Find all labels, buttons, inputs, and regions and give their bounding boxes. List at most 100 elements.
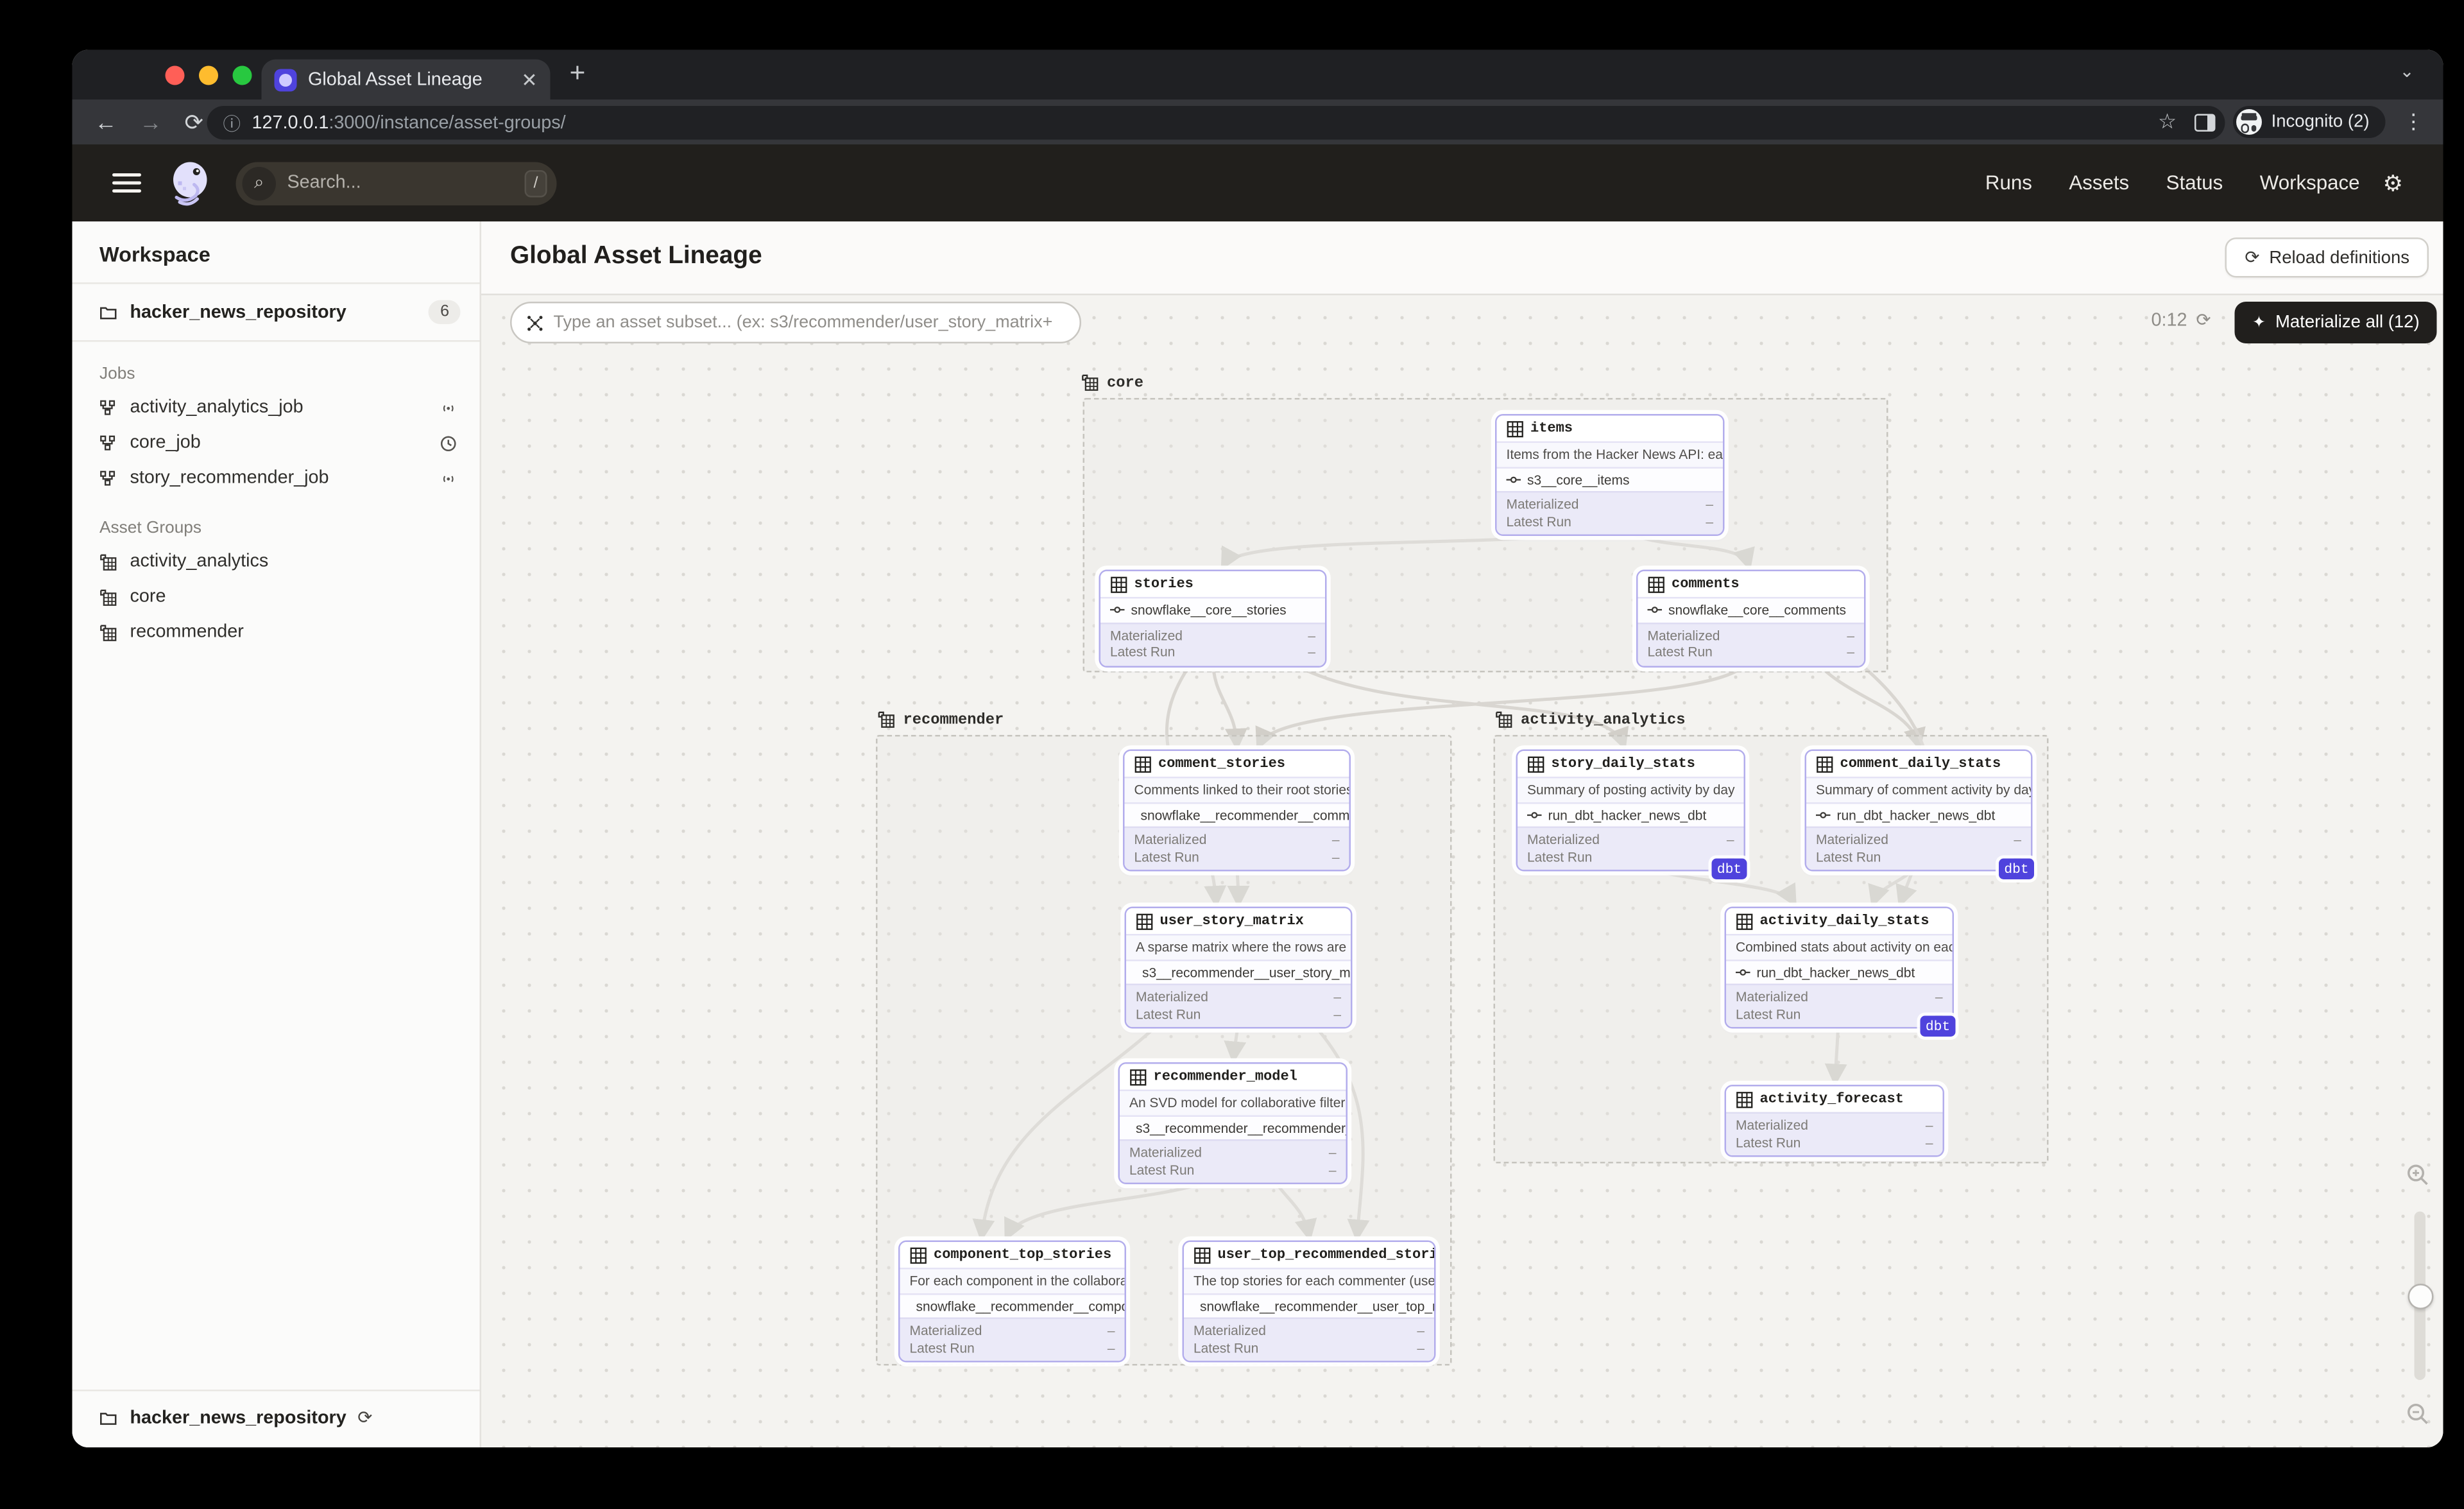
- jobs-section-label: Jobs: [99, 364, 135, 384]
- side-panel-icon[interactable]: [2194, 113, 2216, 131]
- table-icon: [1528, 755, 1544, 772]
- dbt-badge: dbt: [1920, 1015, 1956, 1037]
- asset-node-component-top-stories[interactable]: component_top_stories For each component…: [898, 1240, 1126, 1363]
- dbt-badge: dbt: [1711, 858, 1747, 879]
- asset-node-items[interactable]: items Items from the Hacker News API: ea…: [1495, 414, 1725, 536]
- zoom-out-icon[interactable]: [2406, 1402, 2431, 1427]
- asset-node-stories[interactable]: stories snowflake__core__stories Materia…: [1099, 569, 1327, 667]
- close-window-button[interactable]: [165, 65, 185, 85]
- page-title: Global Asset Lineage: [510, 242, 762, 270]
- nav-status[interactable]: Status: [2166, 172, 2223, 194]
- table-icon: [1736, 1091, 1753, 1108]
- sidebar-item-group-core[interactable]: core: [73, 580, 480, 615]
- tab-close-icon[interactable]: ✕: [521, 70, 537, 89]
- refresh-icon: ⟳: [2245, 248, 2260, 268]
- nav-workspace[interactable]: Workspace: [2260, 172, 2360, 194]
- forward-button[interactable]: →: [140, 111, 162, 134]
- asset-node-user-top-recommended-stories[interactable]: user_top_recommended_stories The top sto…: [1182, 1240, 1436, 1363]
- table-icon: [1817, 755, 1833, 772]
- repo-refresh-icon[interactable]: ⟳: [357, 1408, 372, 1428]
- table-icon: [1507, 420, 1523, 437]
- search-icon: ⌕: [242, 166, 276, 200]
- dagster-favicon-icon: [274, 68, 297, 91]
- nav-runs[interactable]: Runs: [1985, 172, 2032, 194]
- repo-count-badge: 6: [429, 300, 461, 324]
- tab-search-chevron-icon[interactable]: ⌄: [2399, 61, 2414, 82]
- settings-gear-icon[interactable]: ⚙: [2383, 144, 2403, 221]
- sidebar-repository[interactable]: hacker_news_repository 6: [72, 284, 480, 342]
- zoom-window-button[interactable]: [232, 65, 252, 85]
- asset-group-icon: [100, 553, 117, 570]
- storage-key-icon: [1506, 476, 1521, 483]
- browser-tab[interactable]: Global Asset Lineage ✕: [261, 59, 551, 99]
- timer-refresh-icon[interactable]: ⟳: [2196, 310, 2211, 331]
- lineage-canvas[interactable]: core items Items from the Hacker News AP…: [481, 295, 2443, 1447]
- bookmark-star-icon[interactable]: ☆: [2158, 109, 2177, 135]
- incognito-icon: [2236, 109, 2262, 135]
- zoom-slider-handle[interactable]: [2407, 1284, 2433, 1309]
- job-icon: [100, 435, 116, 450]
- table-icon: [1134, 755, 1151, 772]
- asset-node-comment-stories[interactable]: comment_stories Comments linked to their…: [1123, 749, 1351, 872]
- asset-group-icon: [100, 624, 117, 641]
- dbt-badge: dbt: [1999, 858, 2034, 879]
- workspace-sidebar: Workspace hacker_news_repository 6 Jobs …: [72, 221, 481, 1447]
- table-icon: [1736, 913, 1753, 929]
- group-label-recommender[interactable]: recommender: [878, 711, 1004, 729]
- reload-definitions-button[interactable]: ⟳ Reload definitions: [2225, 237, 2429, 278]
- reload-page-button[interactable]: ⟳: [185, 111, 203, 134]
- refresh-timer: 0:12: [2151, 311, 2187, 331]
- sidebar-item-group-activity-analytics[interactable]: activity_analytics: [73, 544, 480, 580]
- job-icon: [100, 399, 116, 415]
- new-tab-button[interactable]: +: [570, 58, 586, 90]
- asset-node-recommender-model[interactable]: recommender_model An SVD model for colla…: [1118, 1062, 1348, 1184]
- asset-node-activity-forecast[interactable]: activity_forecast Materialized – Latest R…: [1724, 1085, 1944, 1157]
- storage-key-icon: [1647, 607, 1662, 613]
- asset-group-icon: [1082, 374, 1099, 391]
- asset-node-user-story-matrix[interactable]: user_story_matrix A sparse matrix where …: [1124, 906, 1353, 1029]
- tab-strip: Global Asset Lineage ✕ + ⌄: [72, 49, 2443, 99]
- asset-node-activity-daily-stats[interactable]: activity_daily_stats Combined stats abou…: [1724, 906, 1954, 1029]
- group-label-core[interactable]: core: [1081, 374, 1143, 392]
- asset-node-comment-daily-stats[interactable]: comment_daily_stats Summary of comment a…: [1804, 749, 2033, 872]
- site-info-icon[interactable]: ⓘ: [223, 110, 241, 135]
- sidebar-item-core-job[interactable]: core_job: [73, 426, 480, 461]
- table-icon: [1194, 1246, 1211, 1263]
- schedule-clock-icon: [440, 435, 456, 451]
- zoom-in-icon[interactable]: [2406, 1164, 2431, 1188]
- address-bar[interactable]: ⓘ 127.0.0.1:3000/instance/asset-groups/: [207, 106, 2225, 140]
- tab-title: Global Asset Lineage: [308, 69, 483, 89]
- folder-icon: [100, 307, 117, 320]
- search-placeholder: Search...: [287, 173, 361, 193]
- back-button[interactable]: ←: [95, 111, 117, 134]
- incognito-badge[interactable]: Incognito (2): [2232, 106, 2386, 138]
- storage-key-icon: [1736, 968, 1750, 975]
- asset-node-story-daily-stats[interactable]: story_daily_stats Summary of posting act…: [1516, 749, 1745, 872]
- nav-assets[interactable]: Assets: [2069, 172, 2129, 194]
- folder-icon: [100, 1413, 117, 1425]
- toolbar-right: ☆ Incognito (2) ⋮: [2158, 99, 2424, 144]
- materialize-sparkle-icon: ✦: [2252, 313, 2266, 332]
- table-icon: [1136, 913, 1153, 929]
- asset-group-icon: [878, 711, 894, 728]
- hamburger-menu-icon[interactable]: [112, 173, 141, 193]
- page-header: Global Asset Lineage ⟳ Reload definition…: [481, 221, 2443, 295]
- materialize-all-button[interactable]: ✦ Materialize all (12): [2234, 302, 2438, 343]
- asset-filter-input-wrap: [510, 302, 1081, 343]
- app-nav: Runs Assets Status Workspace: [1985, 144, 2360, 221]
- sidebar-item-activity-analytics-job[interactable]: activity_analytics_job: [73, 390, 480, 426]
- global-search-input[interactable]: ⌕ Search... /: [235, 161, 557, 205]
- minimize-window-button[interactable]: [199, 65, 218, 85]
- group-label-activity-analytics[interactable]: activity_analytics: [1495, 711, 1686, 729]
- asset-group-icon: [100, 589, 117, 605]
- sidebar-item-group-recommender[interactable]: recommender: [73, 615, 480, 650]
- sidebar-footer-repository[interactable]: hacker_news_repository ⟳: [72, 1390, 480, 1447]
- sidebar-item-story-recommender-job[interactable]: story_recommender_job: [73, 461, 480, 496]
- asset-group-icon: [1496, 711, 1512, 728]
- sensor-icon: [443, 404, 454, 411]
- asset-node-comments[interactable]: comments snowflake__core__comments Mater…: [1636, 569, 1866, 667]
- storage-key-icon: [1527, 811, 1542, 818]
- window-controls: [165, 65, 252, 85]
- asset-filter-input[interactable]: [553, 313, 1065, 332]
- browser-menu-icon[interactable]: ⋮: [2403, 109, 2424, 135]
